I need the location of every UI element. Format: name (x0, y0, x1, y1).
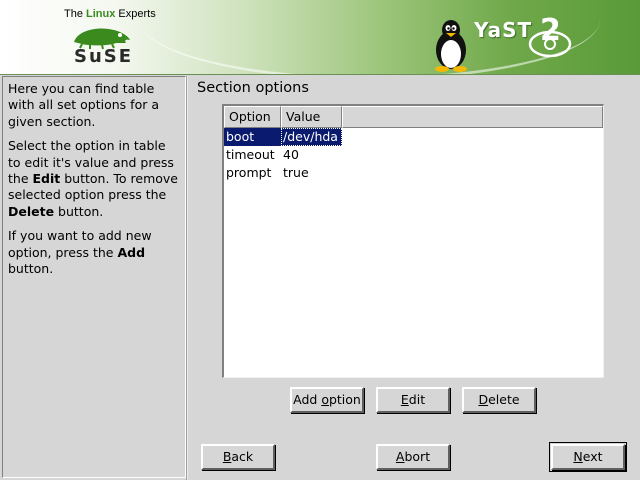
delete-button[interactable]: Delete (462, 387, 536, 413)
help-paragraph-intro: Here you can find table with all set opt… (8, 81, 159, 129)
cell-option: timeout (226, 147, 275, 162)
edit-button[interactable]: Edit (376, 387, 450, 413)
cell-option: boot (224, 128, 281, 146)
options-table[interactable]: Option Value boot /dev/hda timeout 40 pr… (222, 104, 604, 378)
back-button[interactable]: Back (201, 444, 275, 470)
yast-2-emblem-icon: 2 (528, 13, 572, 58)
panel-divider[interactable] (186, 76, 188, 480)
help-paragraph-edit: Select the option in table to edit it's … (8, 138, 178, 219)
abort-button[interactable]: Abort (376, 444, 450, 470)
next-button[interactable]: Next (549, 442, 627, 472)
section-title: Section options (197, 80, 309, 96)
suse-tagline: The Linux Experts (64, 8, 156, 20)
cell-value: /dev/hda (281, 128, 342, 146)
column-header-filler (342, 106, 603, 128)
table-row[interactable]: boot /dev/hda (224, 128, 603, 146)
yast-logo-text: YaST (474, 18, 533, 42)
column-header-value[interactable]: Value (281, 106, 342, 128)
cell-option: prompt (226, 165, 272, 180)
table-header: Option Value (224, 106, 603, 128)
table-row[interactable]: timeout 40 (224, 146, 603, 164)
help-panel: Here you can find table with all set opt… (2, 76, 186, 478)
help-paragraph-add: If you want to add new option, press the… (8, 228, 152, 277)
cell-value: 40 (283, 147, 299, 162)
suse-logo-text: SuSE (74, 46, 134, 67)
svg-text:2: 2 (540, 13, 561, 48)
header-banner: The Linux Experts SuSE YaST 2 (0, 0, 640, 75)
cell-value: true (283, 165, 309, 180)
table-row[interactable]: prompt true (224, 164, 603, 182)
add-option-button[interactable]: Add option (290, 387, 364, 413)
tux-penguin-icon (435, 20, 467, 72)
column-header-option[interactable]: Option (224, 106, 281, 128)
